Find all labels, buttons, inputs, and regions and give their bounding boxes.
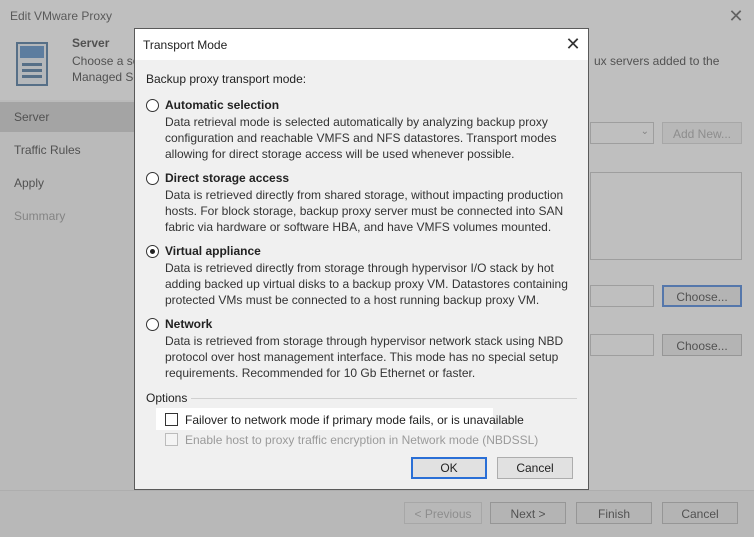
desc-line: requirements. Recommended for 10 Gb Ethe… [165, 366, 476, 380]
desc-line: Data is retrieved from storage through h… [165, 334, 564, 348]
mode-title: Direct storage access [165, 171, 290, 185]
desc-line: protocol over host management interface.… [165, 350, 559, 364]
mode-description: Data retrieval mode is selected automati… [165, 114, 585, 162]
radio-direct-storage[interactable] [146, 172, 159, 185]
options-group-label: Options [146, 391, 188, 405]
mode-title: Virtual appliance [165, 244, 261, 258]
desc-line: allowing for direct storage access will … [165, 147, 515, 161]
failover-checkbox[interactable] [165, 413, 178, 426]
mode-description: Data is retrieved directly from storage … [165, 260, 585, 308]
desc-line: fabric via hardware or software HBA, and… [165, 220, 552, 234]
desc-line: Data is retrieved directly from storage … [165, 261, 554, 275]
transport-mode-caption: Backup proxy transport mode: [146, 72, 307, 86]
failover-label[interactable]: Failover to network mode if primary mode… [185, 413, 524, 427]
mode-title: Network [165, 317, 213, 331]
radio-virtual-appliance[interactable] [146, 245, 159, 258]
transport-mode-dialog: Transport Mode ✕ Backup proxy transport … [134, 28, 589, 490]
dialog-close-icon[interactable]: ✕ [561, 32, 585, 56]
desc-line: Data retrieval mode is selected automati… [165, 115, 548, 129]
dialog-cancel-button[interactable]: Cancel [497, 457, 573, 479]
mode-description: Data is retrieved from storage through h… [165, 333, 585, 381]
radio-automatic[interactable] [146, 99, 159, 112]
encryption-checkbox[interactable] [165, 433, 178, 446]
encryption-label: Enable host to proxy traffic encryption … [185, 433, 539, 447]
desc-line: adding backed up virtual disks to a back… [165, 277, 568, 291]
options-divider [191, 398, 577, 399]
mode-title: Automatic selection [165, 98, 280, 112]
desc-line: hosts. For block storage, backup proxy s… [165, 204, 564, 218]
desc-line: configuration and reachable VMFS and NFS… [165, 131, 557, 145]
dialog-titlebar: Transport Mode ✕ [135, 29, 588, 60]
mode-description: Data is retrieved directly from shared s… [165, 187, 585, 235]
ok-button[interactable]: OK [411, 457, 487, 479]
desc-line: Data is retrieved directly from shared s… [165, 188, 564, 202]
desc-line: protected VMs must be connected to a hos… [165, 293, 540, 307]
radio-network[interactable] [146, 318, 159, 331]
dialog-title: Transport Mode [143, 38, 228, 52]
